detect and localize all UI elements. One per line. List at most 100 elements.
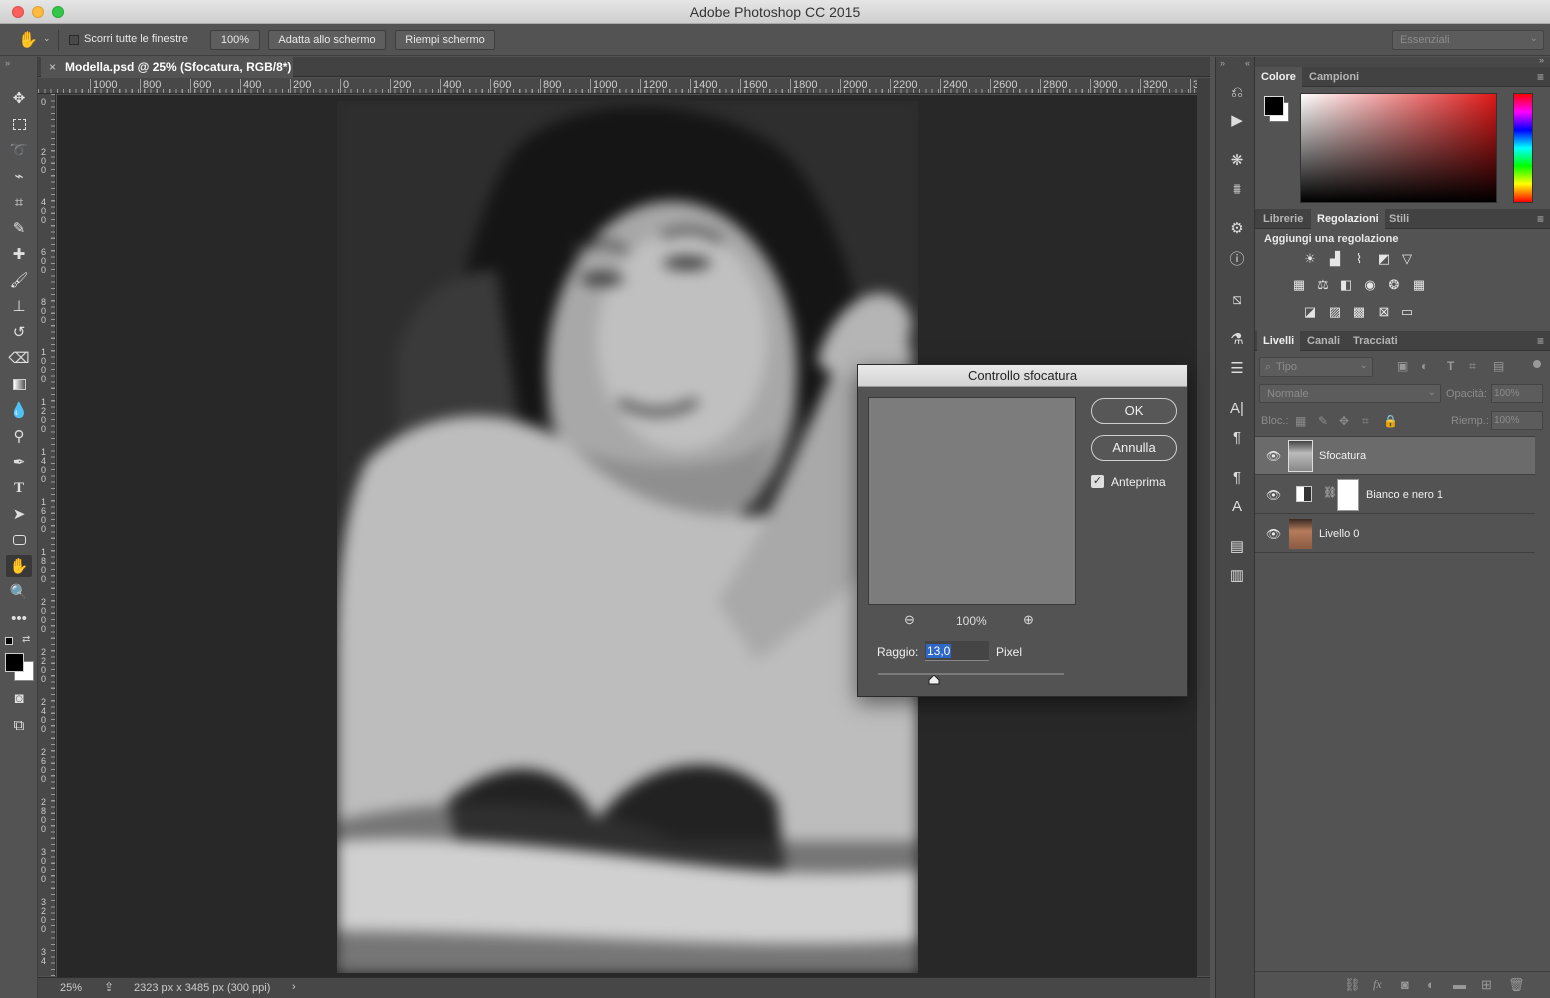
collapse-icon[interactable]: » [1539, 55, 1544, 65]
lasso-tool-icon[interactable]: ➰ [6, 139, 32, 161]
brush-tool-icon[interactable]: 🖌 [6, 269, 32, 291]
blend-mode-select[interactable]: Normale ⌄ [1259, 384, 1441, 403]
tab-regolazioni[interactable]: Regolazioni [1311, 209, 1385, 229]
zoom-100-button[interactable]: 100% [210, 30, 260, 50]
levels-icon[interactable]: ▟ [1326, 251, 1344, 267]
crop-tool-icon[interactable]: ⌗ [6, 191, 32, 213]
screen-mode-icon[interactable]: ⧉ [6, 714, 32, 736]
chevron-down-icon[interactable]: ⌄ [43, 33, 51, 44]
close-tab-icon[interactable]: × [49, 57, 56, 77]
document-tab[interactable]: × Modella.psd @ 25% (Sfocatura, RGB/8*) [41, 57, 293, 77]
tab-canali[interactable]: Canali [1301, 331, 1346, 351]
chevron-right-icon[interactable]: › [292, 981, 296, 993]
hand-tool-icon[interactable]: ✋ [6, 555, 32, 577]
lock-transparent-icon[interactable]: ▦ [1295, 414, 1306, 428]
panel-menu-icon[interactable]: ≡ [1537, 334, 1544, 348]
zoom-tool-icon[interactable]: 🔍 [6, 581, 32, 603]
invert-icon[interactable]: ◪ [1301, 304, 1319, 320]
blur-tool-icon[interactable]: 💧 [6, 399, 32, 421]
more-tools-icon[interactable]: ••• [6, 607, 32, 629]
adjust-sliders-icon[interactable]: ☰ [1226, 358, 1248, 378]
link-chain-icon[interactable]: ⛓ [1323, 486, 1337, 499]
new-layer-icon[interactable]: ⊞ [1481, 977, 1492, 993]
link-layers-icon[interactable]: ⛓ [1344, 977, 1361, 993]
layer-row[interactable]: 👁 Livello 0 [1255, 515, 1535, 553]
tab-librerie[interactable]: Librerie [1257, 209, 1309, 229]
radius-input[interactable]: 13,0 [925, 641, 989, 661]
hand-tool-preset-icon[interactable]: ✋ [18, 30, 38, 50]
color-lookup-icon[interactable]: ▦ [1410, 277, 1428, 293]
zoom-in-icon[interactable]: ⊕ [1023, 612, 1034, 628]
visibility-eye-icon[interactable]: 👁 [1266, 527, 1281, 541]
filter-adjustment-icon[interactable]: ◐ [1421, 359, 1428, 373]
exposure-icon[interactable]: ◩ [1375, 251, 1393, 267]
type-tool-icon[interactable]: T [6, 477, 32, 499]
properties-icon[interactable]: ⚗ [1226, 329, 1248, 349]
layer-filter-select[interactable]: ⌕ Tipo ⌄ [1259, 357, 1373, 377]
new-group-icon[interactable]: ▬ [1453, 977, 1466, 992]
healing-brush-tool-icon[interactable]: ✚ [6, 243, 32, 265]
dialog-title[interactable]: Controllo sfocatura [858, 365, 1187, 387]
tab-campioni[interactable]: Campioni [1303, 67, 1365, 87]
color-balance-icon[interactable]: ⚖ [1314, 277, 1332, 293]
clone-source-icon[interactable]: ⚙ [1226, 218, 1248, 238]
history-brush-tool-icon[interactable]: ↺ [6, 321, 32, 343]
gradient-tool-icon[interactable] [6, 373, 32, 395]
document-image[interactable] [337, 101, 918, 973]
pen-tool-icon[interactable]: ✒ [6, 451, 32, 473]
eraser-tool-icon[interactable]: ⌫ [6, 347, 32, 369]
character-styles-icon[interactable]: A [1226, 496, 1248, 516]
panel-menu-icon[interactable]: ≡ [1537, 70, 1544, 84]
vibrance-icon[interactable]: ▽ [1398, 251, 1416, 267]
filter-shape-icon[interactable]: ⌗ [1469, 359, 1476, 374]
threshold-icon[interactable]: ▩ [1350, 304, 1368, 320]
layer-row[interactable]: 👁 Sfocatura [1255, 437, 1535, 475]
collapse-icon[interactable]: » [5, 58, 10, 68]
info-icon[interactable]: ⓘ [1226, 248, 1248, 268]
move-tool-icon[interactable]: ✥ [6, 87, 32, 109]
shape-tool-icon[interactable] [6, 529, 32, 551]
opacity-field[interactable]: 100% [1491, 384, 1543, 403]
character-icon[interactable]: A| [1226, 398, 1248, 418]
tab-livelli[interactable]: Livelli [1257, 331, 1301, 351]
layer-name[interactable]: Sfocatura [1319, 450, 1366, 462]
radius-slider-thumb[interactable] [928, 674, 940, 685]
brightness-contrast-icon[interactable]: ☀ [1301, 251, 1319, 267]
lock-pixels-icon[interactable]: ✎ [1318, 414, 1328, 428]
share-icon[interactable]: ⇪ [104, 980, 114, 994]
panel-menu-icon[interactable]: ≡ [1537, 212, 1544, 226]
preview-checkbox[interactable]: ✓ [1091, 475, 1104, 488]
lock-artboard-icon[interactable]: ⌗ [1362, 414, 1369, 429]
new-adjustment-icon[interactable]: ◐ [1427, 977, 1435, 992]
fit-screen-button[interactable]: Adatta allo schermo [268, 30, 386, 50]
quick-selection-tool-icon[interactable]: ⌁ [6, 165, 32, 187]
cancel-button[interactable]: Annulla [1091, 435, 1177, 461]
fill-screen-button[interactable]: Riempi schermo [395, 30, 495, 50]
photo-filter-icon[interactable]: ◉ [1361, 277, 1379, 293]
visibility-eye-icon[interactable]: 👁 [1266, 488, 1281, 502]
notes-icon[interactable]: ▥ [1226, 565, 1248, 585]
trash-icon[interactable]: 🗑 [1508, 977, 1525, 993]
ok-button[interactable]: OK [1091, 398, 1177, 424]
tab-tracciati[interactable]: Tracciati [1347, 331, 1404, 351]
gradient-map-icon[interactable]: ▭ [1398, 304, 1416, 320]
lock-position-icon[interactable]: ✥ [1339, 414, 1349, 428]
workspace-select[interactable]: Essenziali ⌄ [1392, 30, 1544, 50]
paragraph-icon[interactable]: ¶ [1226, 427, 1248, 447]
actions-play-icon[interactable]: ▶ [1226, 110, 1248, 130]
fill-field[interactable]: 100% [1491, 411, 1543, 430]
curves-icon[interactable]: ⌇ [1350, 251, 1368, 267]
radius-slider-track[interactable] [878, 673, 1064, 675]
posterize-icon[interactable]: ▨ [1326, 304, 1344, 320]
foreground-color-swatch[interactable] [1264, 96, 1284, 116]
brushes-icon[interactable]: ⩩ [1226, 179, 1248, 199]
quick-mask-icon[interactable]: ◙ [6, 687, 32, 709]
blur-preview[interactable] [868, 397, 1076, 605]
marquee-tool-icon[interactable] [6, 113, 32, 135]
path-selection-tool-icon[interactable]: ➤ [6, 503, 32, 525]
hue-saturation-icon[interactable]: ▦ [1290, 277, 1308, 293]
vertical-scrollbar[interactable] [1197, 78, 1210, 976]
layer-comps-icon[interactable]: ▤ [1226, 536, 1248, 556]
tab-colore[interactable]: Colore [1255, 67, 1302, 87]
zoom-level[interactable]: 25% [60, 982, 82, 994]
